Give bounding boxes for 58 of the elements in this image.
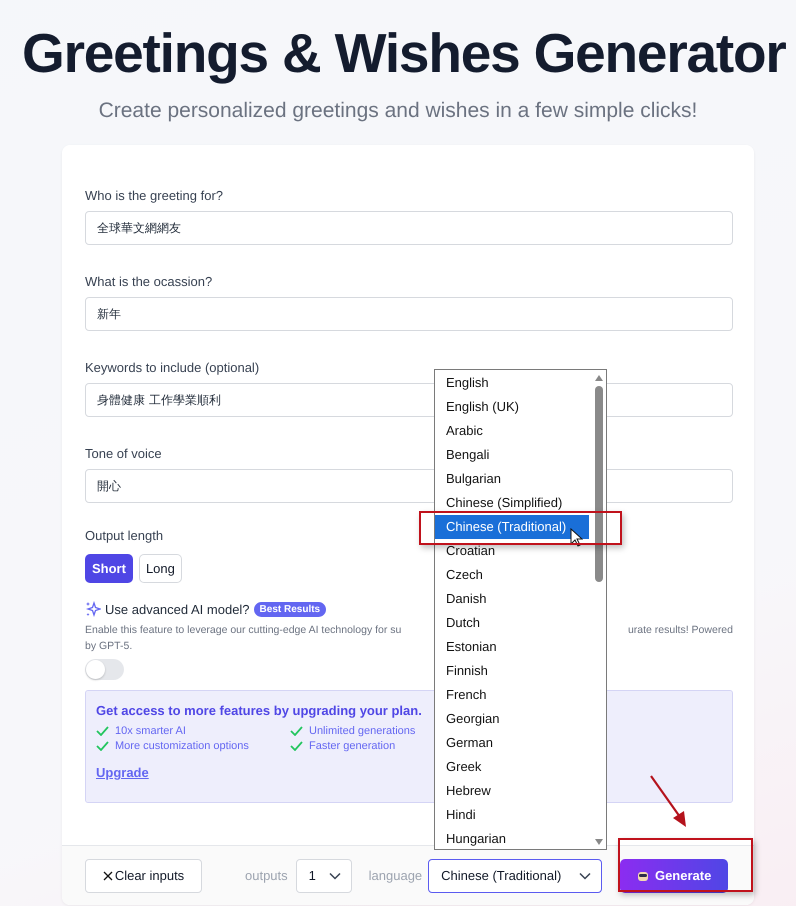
clear-inputs-button[interactable]: Clear inputs [85,858,202,892]
feature-text: 10x smarter AI [115,725,186,737]
upgrade-link[interactable]: Upgrade [96,765,149,780]
advanced-model-toggle[interactable] [85,659,124,680]
chevron-down-icon [328,872,341,880]
check-icon [96,726,109,736]
length-option[interactable]: Short [85,554,133,583]
feature-text: Unlimited generations [309,725,416,737]
language-option[interactable]: Greek [435,755,589,779]
check-icon [96,741,109,751]
language-option[interactable]: Hebrew [435,779,589,803]
input-field[interactable]: 新年 [85,297,733,331]
scrollbar-thumb[interactable] [595,386,603,582]
upgrade-title: Get access to more features by upgrading your plan. [96,703,423,718]
field-label: Who is the greeting for? [85,188,224,204]
chevron-down-icon [579,872,592,880]
page-subtitle: Create personalized greetings and wishes in a few simple clicks! [98,98,698,124]
feature-text: Faster generation [309,740,396,752]
outputs-select[interactable]: 1 [296,858,352,892]
language-label: language [368,868,422,883]
language-option[interactable]: Bulgarian [435,467,589,491]
language-option[interactable]: Czech [435,563,589,587]
field-label: Keywords to include (optional) [85,360,260,376]
description-text: urate results! Powered [628,623,733,638]
field-label: What is the ocassion? [85,274,212,290]
language-option[interactable]: Finnish [435,659,589,683]
field-label: Output length [85,528,164,544]
description-text: by GPT-5. [85,640,132,652]
scroll-up-icon [594,374,604,382]
field-label: Tone of voice [85,446,162,462]
language-option[interactable]: Hindi [435,803,589,827]
language-option[interactable]: Estonian [435,635,589,659]
language-option[interactable]: Georgian [435,707,589,731]
sparkle-icon [85,601,101,617]
close-icon [102,870,113,880]
language-option[interactable]: English (UK) [435,395,589,419]
advanced-model-label: Use advanced AI model? [105,602,250,616]
mouse-cursor-icon [570,528,583,547]
language-option[interactable]: German [435,731,589,755]
generate-button[interactable]: Generate [620,858,728,892]
feature-text: More customization options [115,740,249,752]
check-icon [290,726,303,736]
language-option[interactable]: Dutch [435,611,589,635]
language-option[interactable]: Hungarian [435,827,589,851]
language-option[interactable]: Chinese (Traditional) [435,515,589,539]
language-option[interactable]: Arabic [435,419,589,443]
language-option[interactable]: Danish [435,587,589,611]
page-title: Greetings & Wishes Generator [21,21,786,84]
language-option[interactable]: Bengali [435,443,589,467]
input-field[interactable]: 全球華文網網友 [85,211,733,245]
best-results-badge: Best Results [254,602,326,616]
language-option[interactable]: French [435,683,589,707]
robot-icon [636,870,649,882]
outputs-label: outputs [245,868,288,883]
check-icon [290,741,303,751]
language-select[interactable]: Chinese (Traditional) [428,858,602,892]
length-option[interactable]: Long [138,554,182,583]
description-text: Enable this feature to leverage our cutting-edge AI technology for su [85,623,402,638]
